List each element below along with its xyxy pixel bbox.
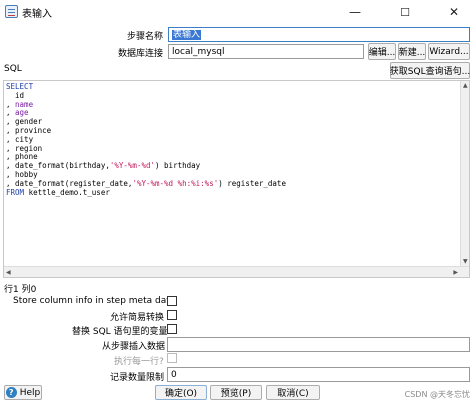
- execute-each-row-label: 执行每一行?: [114, 357, 164, 367]
- sql-token: ) register_date: [218, 178, 286, 188]
- sql-line: , date_format(birthday,'%Y-%m-%d') birth…: [6, 161, 459, 171]
- db-connection-select[interactable]: local_mysql: [168, 44, 364, 59]
- lazy-conversion-checkbox[interactable]: [167, 310, 177, 320]
- sql-horizontal-scrollbar[interactable]: ◀ ▶: [4, 266, 469, 277]
- sql-token: '%Y-%m-%d': [109, 161, 156, 171]
- sql-token: ,: [6, 99, 16, 109]
- sql-label: SQL: [4, 64, 22, 74]
- db-connection-label: 数据库连接: [118, 49, 164, 59]
- wizard-button[interactable]: Wizard...: [428, 43, 470, 60]
- store-column-info-checkbox[interactable]: [167, 296, 177, 306]
- sql-token: name: [15, 99, 34, 109]
- sql-line: FROM kettle_demo.t_user: [6, 187, 459, 198]
- sql-token: ,: [6, 108, 16, 118]
- execute-each-row-checkbox[interactable]: [167, 353, 177, 363]
- db-connection-value: local_mysql: [172, 47, 225, 57]
- preview-button[interactable]: 预览(P): [210, 385, 262, 400]
- sql-line: , age: [6, 108, 459, 118]
- table-input-app-icon: [5, 5, 18, 18]
- sql-token: age: [15, 108, 29, 118]
- help-icon: ?: [5, 387, 17, 398]
- sql-line: , region: [6, 143, 459, 154]
- record-limit-label: 记录数量限制: [110, 373, 165, 383]
- sql-line: , gender: [6, 117, 459, 127]
- watermark: CSDN @天冬忘忧: [404, 390, 470, 399]
- sql-token: , gender: [6, 117, 43, 127]
- sql-token: id: [6, 90, 25, 100]
- scroll-left-arrow-icon[interactable]: ◀: [6, 269, 11, 276]
- sql-text[interactable]: SELECT id, name, age, gender, province, …: [6, 82, 459, 265]
- help-button-label: Help: [19, 387, 41, 398]
- sql-token: , phone: [6, 152, 38, 162]
- window-title: 表输入: [22, 9, 52, 20]
- edit-connection-button[interactable]: 编辑...: [368, 43, 396, 60]
- sql-token: , province: [6, 125, 52, 135]
- sql-token: , hobby: [6, 169, 38, 179]
- insert-from-step-select[interactable]: [167, 337, 470, 352]
- ok-button[interactable]: 确定(O): [155, 385, 207, 400]
- sql-line: , city: [6, 134, 459, 145]
- replace-variables-checkbox[interactable]: [167, 324, 177, 334]
- record-limit-value: 0: [171, 370, 177, 380]
- insert-from-step-label: 从步骤插入数据: [102, 342, 166, 352]
- close-button[interactable]: ✕: [437, 0, 471, 24]
- sql-token: , region: [6, 143, 43, 153]
- step-name-label: 步骤名称: [127, 32, 164, 42]
- replace-variables-label: 替换 SQL 语句里的变量: [72, 327, 168, 337]
- sql-token: SELECT: [6, 82, 34, 91]
- lazy-conversion-label: 允许简易转换: [110, 313, 165, 323]
- scroll-right-arrow-icon[interactable]: ▶: [453, 269, 458, 276]
- store-column-info-label: Store column info in step meta data: [13, 296, 176, 306]
- sql-token: FROM: [6, 187, 29, 197]
- sql-editor[interactable]: SELECT id, name, age, gender, province, …: [3, 80, 470, 278]
- sql-vertical-scrollbar[interactable]: ▲ ▼: [460, 81, 469, 266]
- scroll-down-arrow-icon[interactable]: ▼: [463, 258, 468, 265]
- get-sql-query-button[interactable]: 获取SQL查询语句...: [390, 62, 470, 79]
- sql-token: ) birthday: [155, 161, 201, 171]
- step-name-value: 表输入: [172, 30, 202, 40]
- sql-token: , date_format(birthday,: [6, 161, 110, 171]
- sql-line: , province: [6, 125, 459, 136]
- scroll-up-arrow-icon[interactable]: ▲: [463, 82, 468, 89]
- cursor-position: 行1 列0: [4, 285, 37, 295]
- maximize-button[interactable]: ☐: [388, 0, 422, 24]
- sql-token: '%Y-%m-%d %h:%i:%s': [132, 178, 219, 188]
- sql-token: , date_format(register_date,: [6, 178, 133, 188]
- step-name-input[interactable]: 表输入: [168, 27, 470, 42]
- record-limit-input[interactable]: 0: [167, 367, 470, 382]
- cancel-button[interactable]: 取消(C): [266, 385, 320, 400]
- help-button[interactable]: ? Help: [4, 385, 42, 400]
- sql-token: kettle_demo.t_user: [28, 187, 110, 197]
- sql-line: , name: [6, 99, 459, 110]
- minimize-button[interactable]: —: [338, 0, 372, 24]
- sql-line: SELECT: [6, 82, 459, 92]
- sql-line: id: [6, 90, 459, 101]
- new-connection-button[interactable]: 新建...: [398, 43, 426, 60]
- sql-token: , city: [6, 134, 34, 144]
